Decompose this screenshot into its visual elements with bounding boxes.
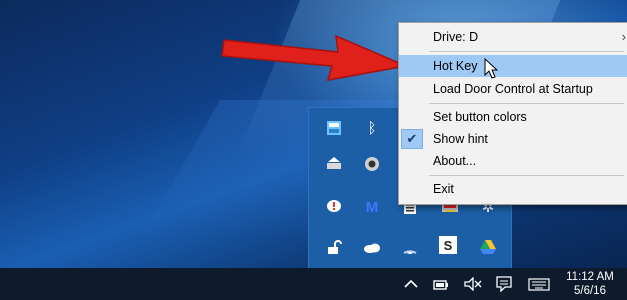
menu-item-label: Show hint: [433, 132, 488, 146]
menu-item-hot-key[interactable]: Hot Key: [399, 55, 627, 77]
door-control-context-menu: Drive: D › Hot Key Load Door Control at …: [398, 22, 627, 205]
mouse-cursor-icon: [484, 58, 498, 79]
taskbar-clock[interactable]: 11:12 AM 5/6/16: [560, 270, 620, 298]
menu-item-load-at-startup[interactable]: Load Door Control at Startup: [399, 78, 627, 100]
malwarebytes-icon[interactable]: M: [361, 196, 383, 218]
menu-item-label: Exit: [433, 182, 454, 196]
unlock-icon[interactable]: [323, 236, 345, 258]
menu-item-exit[interactable]: Exit: [399, 178, 627, 200]
menu-item-label: Set button colors: [433, 110, 527, 124]
clock-time: 11:12 AM: [566, 271, 614, 283]
menu-item-about[interactable]: About...: [399, 150, 627, 172]
sharefile-icon[interactable]: S: [439, 236, 457, 254]
wifi-icon[interactable]: [399, 236, 421, 258]
checkmark-icon: ✔: [401, 129, 423, 149]
drive-eject-icon[interactable]: [323, 153, 345, 175]
bluetooth-icon[interactable]: ᛒ: [361, 117, 383, 139]
menu-item-drive[interactable]: Drive: D ›: [399, 26, 627, 48]
menu-item-label: Load Door Control at Startup: [433, 82, 593, 96]
taskbar: 11:12 AM 5/6/16: [0, 268, 627, 300]
show-hidden-icons-chevron-icon[interactable]: [404, 275, 418, 293]
menu-item-set-button-colors[interactable]: Set button colors: [399, 106, 627, 128]
webcam-icon[interactable]: [361, 153, 383, 175]
menu-item-label: Drive: D: [433, 30, 479, 44]
menu-item-label: About...: [433, 154, 477, 168]
menu-separator: [429, 103, 624, 104]
chat-bubble-icon[interactable]: [323, 196, 345, 218]
onedrive-cloud-icon[interactable]: [361, 236, 383, 258]
volume-muted-icon[interactable]: [464, 275, 482, 293]
menu-item-show-hint[interactable]: ✔ Show hint: [399, 128, 627, 150]
windows-defender-icon[interactable]: [323, 117, 345, 139]
desktop-wallpaper: ᛒ M ✲ S Drive: D › Hot Key Load Door Con…: [0, 0, 627, 268]
menu-separator: [429, 175, 624, 176]
submenu-arrow-icon: ›: [621, 29, 626, 44]
power-battery-icon[interactable]: [432, 275, 450, 293]
red-arrow-annotation: [221, 34, 409, 81]
google-drive-icon[interactable]: [477, 236, 499, 258]
action-center-icon[interactable]: [496, 275, 512, 293]
keyboard-icon[interactable]: [528, 275, 550, 293]
menu-item-label: Hot Key: [433, 59, 478, 73]
clock-date: 5/6/16: [574, 285, 606, 297]
menu-separator: [429, 51, 624, 52]
